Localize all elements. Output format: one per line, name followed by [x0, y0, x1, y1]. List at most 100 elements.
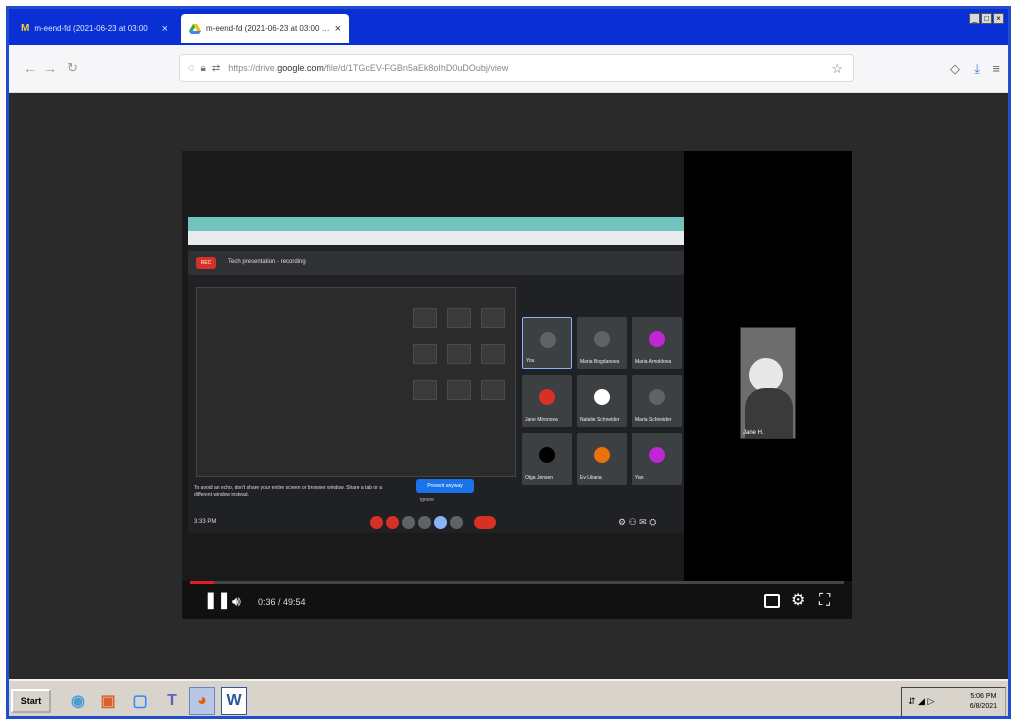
navigation-toolbar: ← → ↻ ◌ 🔒︎ ⇄ https://drive.google.com/fi… [9, 45, 1008, 93]
tab-gmail[interactable]: M m-eend-fd (2021-06-23 at 03:00 × [13, 14, 176, 43]
participant-name: Yan [635, 475, 644, 481]
avatar [594, 447, 610, 463]
participant-tile: Olga Jensen [522, 433, 572, 485]
participant-name: You [526, 358, 535, 364]
back-arrow-icon[interactable]: ← [23, 60, 37, 76]
meeting-controls: 3:33 PM ⚙ ⚇ ✉ ⛭ [188, 513, 684, 533]
avatar [594, 389, 610, 405]
gmail-icon: M [21, 23, 30, 34]
avatar [539, 389, 555, 405]
shared-thumb [481, 308, 505, 328]
shared-screen [196, 287, 516, 477]
pause-icon[interactable]: ❚❚ [204, 593, 231, 609]
captions-icon [402, 516, 415, 529]
camera-off-icon [386, 516, 399, 529]
tab-drive-active[interactable]: m-eend-fd (2021-06-23 at 03:00 Full HD × [181, 14, 349, 43]
video-progress-fill [190, 581, 214, 584]
pocket-icon[interactable]: ◇ [950, 61, 960, 77]
present-icon [434, 516, 447, 529]
shared-thumb [447, 308, 471, 328]
participant-name: Maria Bogdanova [580, 359, 620, 365]
lock-icon: 🔒︎ [200, 62, 206, 74]
address-bar[interactable]: ◌ 🔒︎ ⇄ https://drive.google.com/file/d/1… [179, 54, 854, 82]
tray-icons: ⇵ ◢ ▷ [908, 696, 935, 706]
tab-strip: M m-eend-fd (2021-06-23 at 03:00 × m-een… [9, 9, 1008, 45]
speaker-name: Jane H. [743, 430, 764, 436]
avatar [539, 447, 555, 463]
chrome-icon[interactable]: ◉ [65, 687, 91, 715]
recorded-browser-url [188, 231, 684, 245]
zoom-icon[interactable]: ▢ [127, 687, 153, 715]
participant-tile: You [522, 317, 572, 369]
start-label: Start [20, 696, 42, 706]
shared-thumb [413, 308, 437, 328]
bookmark-star-icon[interactable]: ☆ [831, 61, 843, 77]
participant-tile: Maria Arnoldova [632, 317, 682, 369]
url-text: https://drive.google.com/file/d/1TGcEV-F… [228, 63, 509, 73]
shared-thumb [447, 380, 471, 400]
mic-off-icon [370, 516, 383, 529]
avatar [540, 332, 556, 348]
minimize-button[interactable]: _ [969, 13, 980, 24]
word-icon[interactable]: W [221, 687, 247, 715]
close-tab-icon[interactable]: × [162, 23, 168, 35]
participant-tile: Jane Mironova [522, 375, 572, 427]
leave-call-icon [474, 516, 496, 529]
meeting-side-icons: ⚙ ⚇ ✉ ⛭ [618, 517, 657, 527]
close-window-button[interactable]: × [993, 13, 1004, 24]
reload-icon[interactable]: ↻ [67, 60, 78, 76]
forward-arrow-icon[interactable]: → [43, 60, 57, 76]
recording-badge: REC [196, 257, 216, 269]
avatar [649, 447, 665, 463]
shared-thumb [481, 380, 505, 400]
download-icon[interactable]: ⤓ [974, 61, 980, 77]
volume-icon[interactable]: 🔊︎ [232, 593, 241, 609]
fullscreen-icon[interactable]: ⛶ [819, 593, 830, 609]
close-tab-icon[interactable]: × [335, 23, 341, 35]
video-progress-bar[interactable] [190, 581, 844, 584]
participant-name: Olga Jensen [525, 475, 554, 481]
video-player[interactable]: REC Tech presentation - recording You Ma… [182, 151, 852, 619]
clock-date: 6/8/2021 [969, 703, 997, 710]
participant-name: Maria Schneider [635, 417, 672, 423]
avatar [649, 389, 665, 405]
meeting-header: REC Tech presentation - recording [188, 251, 684, 275]
recorded-browser-tabs [188, 217, 684, 231]
raise-hand-icon [418, 516, 431, 529]
firefox-icon[interactable]: ◕ [189, 687, 215, 715]
shared-thumb [481, 344, 505, 364]
more-options-icon [450, 516, 463, 529]
menu-icon[interactable]: ≡ [992, 61, 1000, 76]
participant-tile: Yan [632, 433, 682, 485]
participant-tile: Maria Schneider [632, 375, 682, 427]
window-controls: _ □ × [969, 13, 1004, 24]
present-anyway-button: Present anyway [416, 479, 474, 493]
settings-gear-icon[interactable]: ⚙ [791, 593, 805, 609]
recorded-meeting-window: REC Tech presentation - recording You Ma… [188, 217, 684, 533]
echo-warning-text: To avoid an echo, don't share your entir… [194, 485, 383, 498]
browser-window: M m-eend-fd (2021-06-23 at 03:00 × m-een… [6, 6, 1011, 719]
participant-name: Maria Arnoldova [635, 359, 672, 365]
captions-button-icon[interactable] [764, 594, 780, 608]
participant-name: Ev Liliana [580, 475, 602, 481]
maximize-button[interactable]: □ [981, 13, 992, 24]
google-drive-icon [189, 23, 201, 34]
meeting-title: Tech presentation - recording [228, 259, 306, 265]
avatar [649, 331, 665, 347]
shared-thumb [447, 344, 471, 364]
speaker-panel: Jane H. [684, 151, 852, 581]
system-tray: ⇵ ◢ ▷ 5:06 PM 6/8/2021 [901, 687, 1006, 716]
speaker-video: Jane H. [740, 327, 796, 439]
participant-name: Natalie Schneider [580, 417, 620, 423]
office-icon[interactable]: ▣ [95, 687, 121, 715]
participant-name: Jane Mironova [525, 417, 558, 423]
teams-icon[interactable]: T [159, 687, 185, 715]
meeting-clock: 3:33 PM [194, 519, 217, 525]
video-time: 0:36 / 49:54 [258, 597, 306, 607]
taskbar-clock[interactable]: 5:06 PM 6/8/2021 [970, 692, 997, 712]
start-button[interactable]: Start [11, 689, 51, 713]
page-content: REC Tech presentation - recording You Ma… [9, 93, 1008, 679]
clock-time: 5:06 PM [970, 693, 997, 700]
speaker-light [749, 358, 783, 392]
video-frame: REC Tech presentation - recording You Ma… [182, 151, 684, 581]
